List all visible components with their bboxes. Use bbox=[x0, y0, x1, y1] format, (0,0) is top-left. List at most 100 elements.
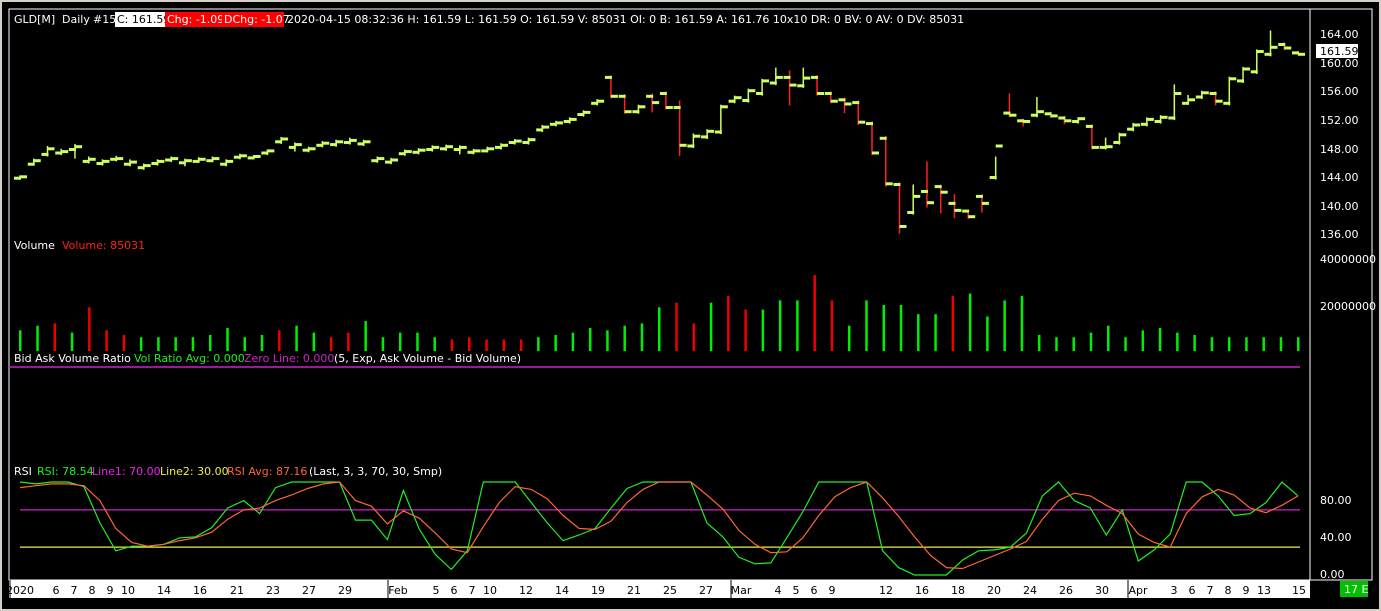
price-bar-close bbox=[1064, 119, 1072, 123]
date-label: 5 bbox=[433, 584, 440, 597]
price-bar-close bbox=[404, 150, 412, 154]
price-bar-close bbox=[308, 147, 316, 151]
price-bar-close bbox=[1256, 50, 1264, 53]
volume-bar bbox=[260, 334, 264, 351]
price-bar-open bbox=[68, 148, 76, 151]
price-bar-close bbox=[267, 149, 275, 153]
chart-canvas[interactable]: 17 E GLD[M] Daily #15 C: 161.59 Chg: -1.… bbox=[0, 0, 1381, 611]
volume-bar bbox=[364, 321, 367, 351]
rsi-avg-label: RSI Avg: 87.16 bbox=[227, 465, 307, 478]
price-bar-open bbox=[577, 113, 585, 116]
price-bar-close bbox=[707, 129, 715, 133]
price-bar-open bbox=[481, 149, 489, 153]
price-bar-open bbox=[178, 161, 186, 165]
date-label: 15 bbox=[1292, 584, 1306, 597]
price-bar-open bbox=[357, 142, 365, 146]
volume-bar bbox=[658, 307, 661, 351]
price-bar-open bbox=[907, 211, 915, 214]
price-bar-close bbox=[473, 149, 481, 153]
bav-avg-label: Vol Ratio Avg: 0.000 bbox=[134, 352, 245, 365]
price-bar-close bbox=[418, 148, 426, 152]
rsi-line2-label: Line2: 30.00 bbox=[160, 465, 229, 478]
bars-back-label: #15 bbox=[93, 13, 116, 26]
price-bar-close bbox=[294, 143, 302, 147]
date-label: 10 bbox=[121, 584, 135, 597]
volume-bar bbox=[1176, 332, 1179, 351]
price-bar-open bbox=[1182, 101, 1190, 105]
price-bar-close bbox=[899, 225, 907, 228]
price-bar-open bbox=[467, 150, 475, 154]
volume-bar bbox=[36, 325, 39, 351]
price-bar-close bbox=[1188, 98, 1196, 102]
price-bar-open bbox=[165, 158, 173, 162]
date-label: 6 bbox=[451, 584, 458, 597]
volume-bar bbox=[122, 334, 126, 351]
price-bar-open bbox=[1085, 124, 1093, 128]
volume-bar bbox=[951, 295, 955, 351]
price-bar-close bbox=[817, 92, 825, 95]
volume-bar bbox=[191, 337, 195, 351]
price-bar-open bbox=[1195, 95, 1203, 99]
date-label: Feb bbox=[388, 584, 407, 597]
price-bar-close bbox=[226, 159, 234, 163]
price-bar-open bbox=[549, 122, 557, 126]
date-label: 6 bbox=[811, 584, 818, 597]
date-label: 5 bbox=[793, 584, 800, 597]
date-label: 23 bbox=[266, 584, 280, 597]
volume-bar bbox=[934, 314, 937, 351]
volume-bar bbox=[588, 328, 592, 351]
date-label: 6 bbox=[1189, 584, 1196, 597]
date-label: 7 bbox=[71, 584, 78, 597]
price-bar-close bbox=[844, 102, 852, 106]
date-label: 7 bbox=[1207, 584, 1214, 597]
price-bar-close bbox=[129, 160, 137, 164]
date-label: 3 bbox=[1171, 584, 1178, 597]
volume-bar bbox=[709, 302, 713, 351]
price-bar-open bbox=[934, 185, 942, 189]
volume-bar bbox=[1124, 337, 1127, 351]
price-bar-open bbox=[646, 94, 654, 98]
price-bar-close bbox=[459, 145, 467, 149]
price-bar-open bbox=[1113, 141, 1121, 144]
price-bar-close bbox=[102, 159, 110, 163]
price-bar-open bbox=[714, 130, 722, 134]
price-bar-open bbox=[1017, 119, 1025, 123]
volume-bar bbox=[847, 325, 851, 351]
price-bar-open bbox=[769, 81, 777, 85]
chart-header: GLD[M] Daily #15 C: 161.59 Chg: -1.09 DC… bbox=[14, 12, 964, 27]
price-bar-close bbox=[872, 151, 879, 155]
volume-bar bbox=[606, 330, 609, 351]
price-bar-close bbox=[734, 96, 742, 100]
volume-bar bbox=[1193, 334, 1196, 351]
bav-title: Bid Ask Volume Ratio bbox=[14, 352, 131, 365]
date-label: 12 bbox=[519, 584, 533, 597]
price-bar-close bbox=[1201, 91, 1209, 95]
volume-bar bbox=[416, 332, 419, 351]
price-bar-close bbox=[968, 215, 976, 219]
price-bar-open bbox=[385, 160, 393, 164]
rsi-value: RSI: 78.54 bbox=[37, 465, 94, 478]
price-bar-close bbox=[198, 157, 206, 161]
price-tick: 140.00 bbox=[1320, 200, 1359, 213]
price-bar-open bbox=[137, 166, 145, 170]
price-bar-open bbox=[82, 159, 90, 163]
price-bar-close bbox=[239, 154, 247, 158]
date-label: 16 bbox=[915, 584, 929, 597]
price-bar-open bbox=[975, 194, 983, 198]
date-label: 9 bbox=[1243, 584, 1250, 597]
price-bar-open bbox=[948, 201, 956, 205]
price-bar-close bbox=[212, 157, 220, 161]
price-bar-close bbox=[500, 143, 508, 147]
date-label: 29 bbox=[338, 584, 352, 597]
volume-bar bbox=[381, 337, 385, 351]
price-bar-close bbox=[610, 94, 618, 98]
corner-badge: 17 E bbox=[1344, 583, 1368, 596]
volume-bar bbox=[1141, 330, 1145, 351]
price-bar-open bbox=[453, 148, 461, 151]
price-bar-open bbox=[989, 176, 997, 179]
price-bar-open bbox=[632, 110, 640, 114]
price-bar-open bbox=[275, 140, 283, 144]
price-bar-open bbox=[151, 162, 159, 165]
price-bar-close bbox=[1243, 67, 1251, 71]
price-bar-open bbox=[756, 92, 764, 95]
